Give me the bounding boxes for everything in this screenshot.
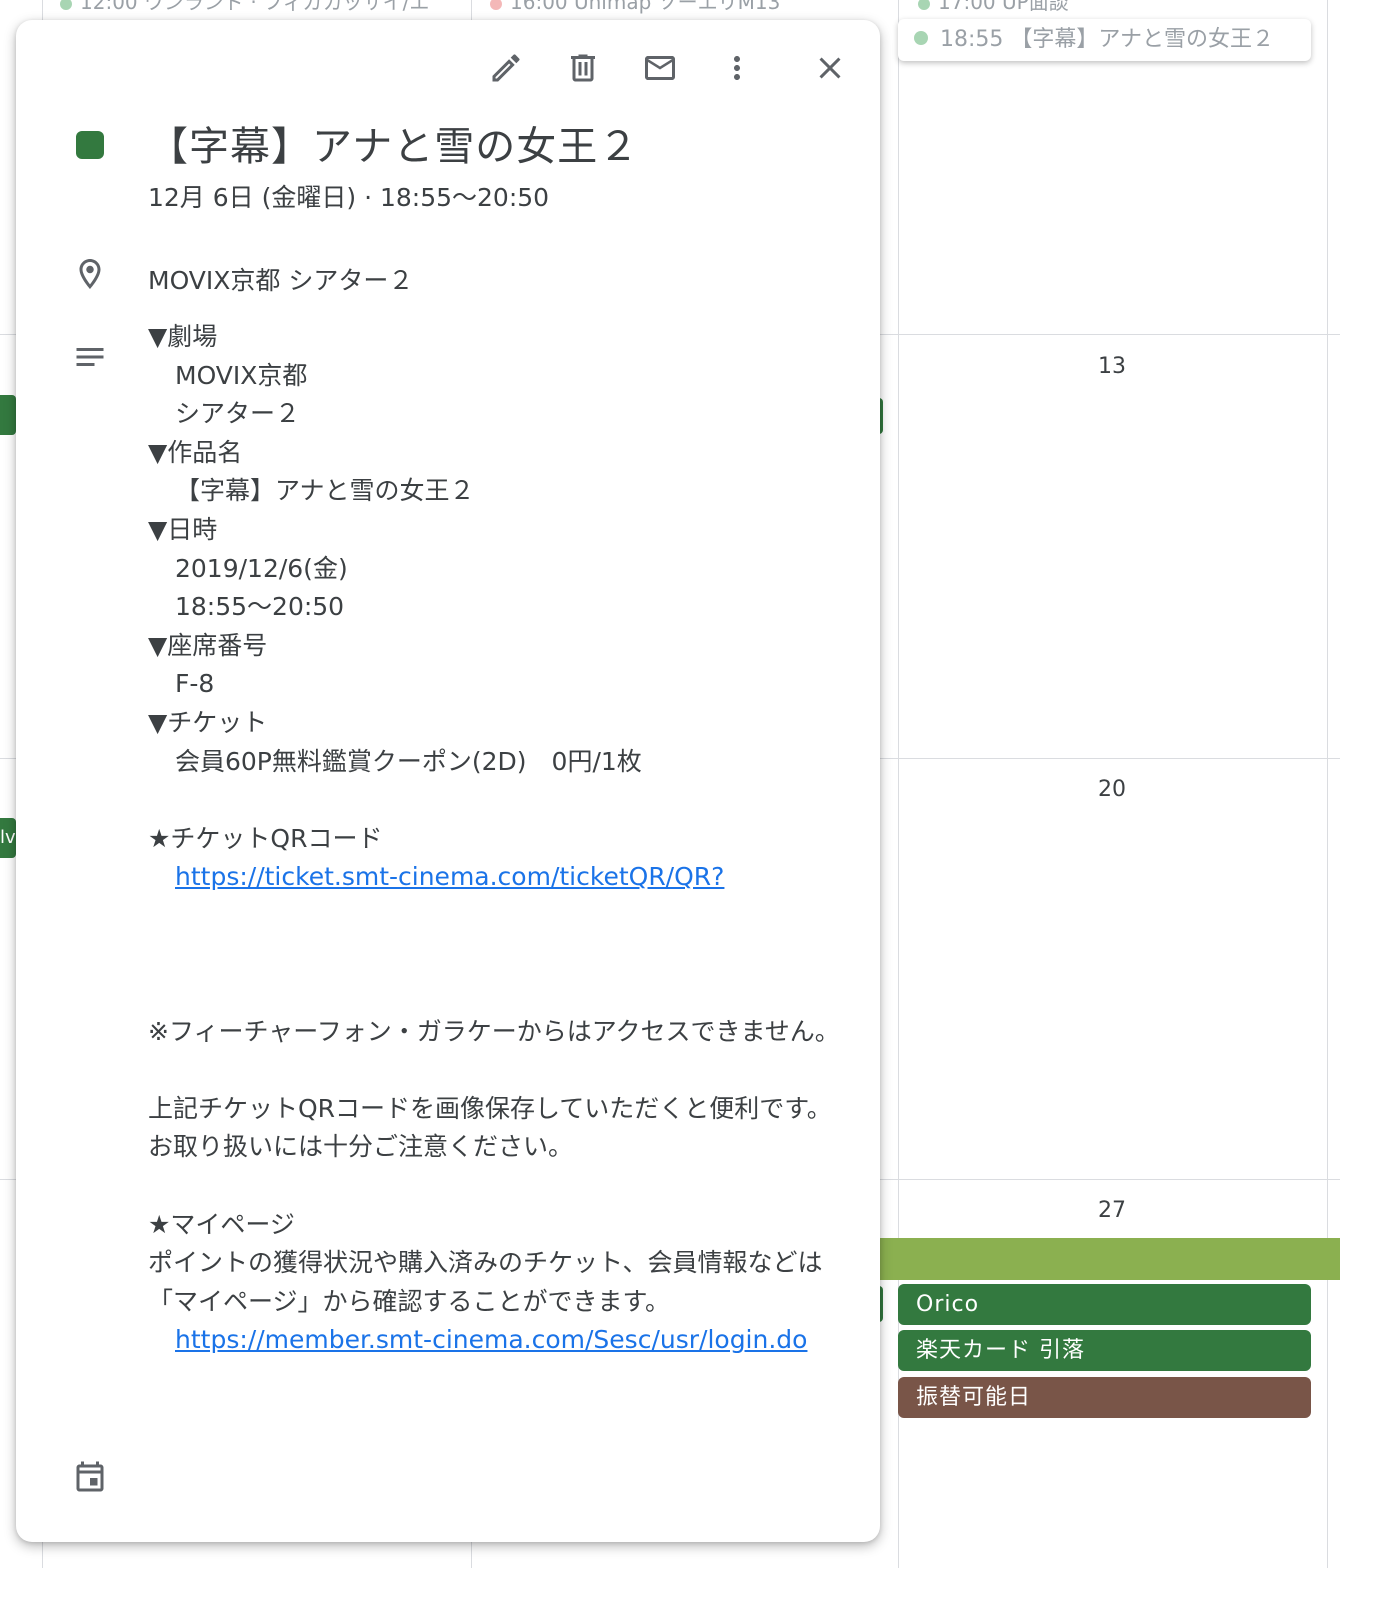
multi-day-event-bar[interactable] [880,1238,1340,1280]
calendar-event[interactable]: 16:00 Unimap ソーエリM13 [490,0,780,15]
event-location: MOVIX京都 シアター２ [148,266,414,295]
desc-heading-ticket: ▼チケット [148,707,268,737]
event-chip-edge[interactable]: lv [0,818,16,858]
email-guests-button[interactable] [640,50,680,90]
event-dot [60,0,72,10]
calendar-icon [72,1460,108,1496]
event-datetime: 12月 6日 (金曜日) · 18:55～20:50 [148,183,550,212]
event-detail-popup: 【字幕】アナと雪の女王２ 12月 6日 (金曜日) · 18:55～20:50 … [16,20,880,1542]
location-pin-icon [72,256,108,292]
grid-line [1327,0,1328,1568]
qr-code-link[interactable]: https://ticket.smt-cinema.com/ticketQR/Q… [175,862,724,891]
desc-mypage-heading: ★マイページ [148,1209,295,1239]
pencil-icon [488,50,524,90]
event-color-indicator [76,131,104,159]
mypage-link[interactable]: https://member.smt-cinema.com/Sesc/usr/l… [175,1325,807,1354]
desc-note-feature-phone: ※フィーチャーフォン・ガラケーからはアクセスできません。 [148,1016,840,1046]
description-icon [72,339,108,375]
event-chip-rakuten[interactable]: 楽天カード 引落 [898,1330,1311,1371]
desc-heading-theater: ▼劇場 [148,322,218,351]
edit-button[interactable] [486,50,526,90]
desc-ticket: 会員60P無料鑑賞クーポン(2D) 0円/1枚 [175,746,642,776]
calendar-event[interactable]: 17:00 UP面談 [918,0,1069,15]
mail-icon [642,50,678,90]
desc-seat: F-8 [175,669,215,699]
desc-heading-seat: ▼座席番号 [148,630,268,660]
event-chip-edge[interactable] [0,395,16,435]
desc-theater-screen: シアター２ [175,399,301,429]
desc-qr-heading: ★チケットQRコード [148,823,383,853]
event-dot [490,0,502,10]
desc-note-save: 上記チケットQRコードを画像保存していただくと便利です。 [148,1093,832,1123]
event-dot [918,0,930,10]
desc-date: 2019/12/6(金) [175,553,348,583]
day-number-20[interactable]: 20 [1082,777,1142,802]
event-title: 【字幕】アナと雪の女王２ [148,124,640,170]
desc-work-title: 【字幕】アナと雪の女王２ [175,476,475,506]
close-icon [812,50,848,90]
more-options-button[interactable] [717,50,757,90]
event-description: ▼劇場 MOVIX京都 シアター２ ▼作品名 【字幕】アナと雪の女王２ ▼日時 … [148,318,848,1360]
close-button[interactable] [810,50,850,90]
event-chip-orico[interactable]: Orico [898,1284,1311,1325]
event-chip-transfer[interactable]: 振替可能日 [898,1377,1311,1418]
trash-icon [565,50,601,90]
desc-theater-name: MOVIX京都 [175,360,308,390]
event-dot [914,31,928,45]
day-number-13[interactable]: 13 [1082,354,1142,379]
desc-time: 18:55～20:50 [175,592,345,622]
desc-heading-datetime: ▼日時 [148,514,218,544]
desc-heading-title: ▼作品名 [148,437,243,467]
desc-note-care: お取り扱いには十分ご注意ください。 [148,1132,574,1162]
selected-event-chip[interactable]: 18:55 【字幕】アナと雪の女王２ [898,19,1311,61]
desc-mypage-text: ポイントの獲得状況や購入済みのチケット、会員情報などは「マイページ」から確認する… [148,1248,823,1316]
more-vert-icon [719,50,755,90]
calendar-event[interactable]: 12:00 ワンランド · フィガカッサイ/エ [60,0,429,15]
delete-button[interactable] [563,50,603,90]
day-number-27[interactable]: 27 [1082,1198,1142,1223]
